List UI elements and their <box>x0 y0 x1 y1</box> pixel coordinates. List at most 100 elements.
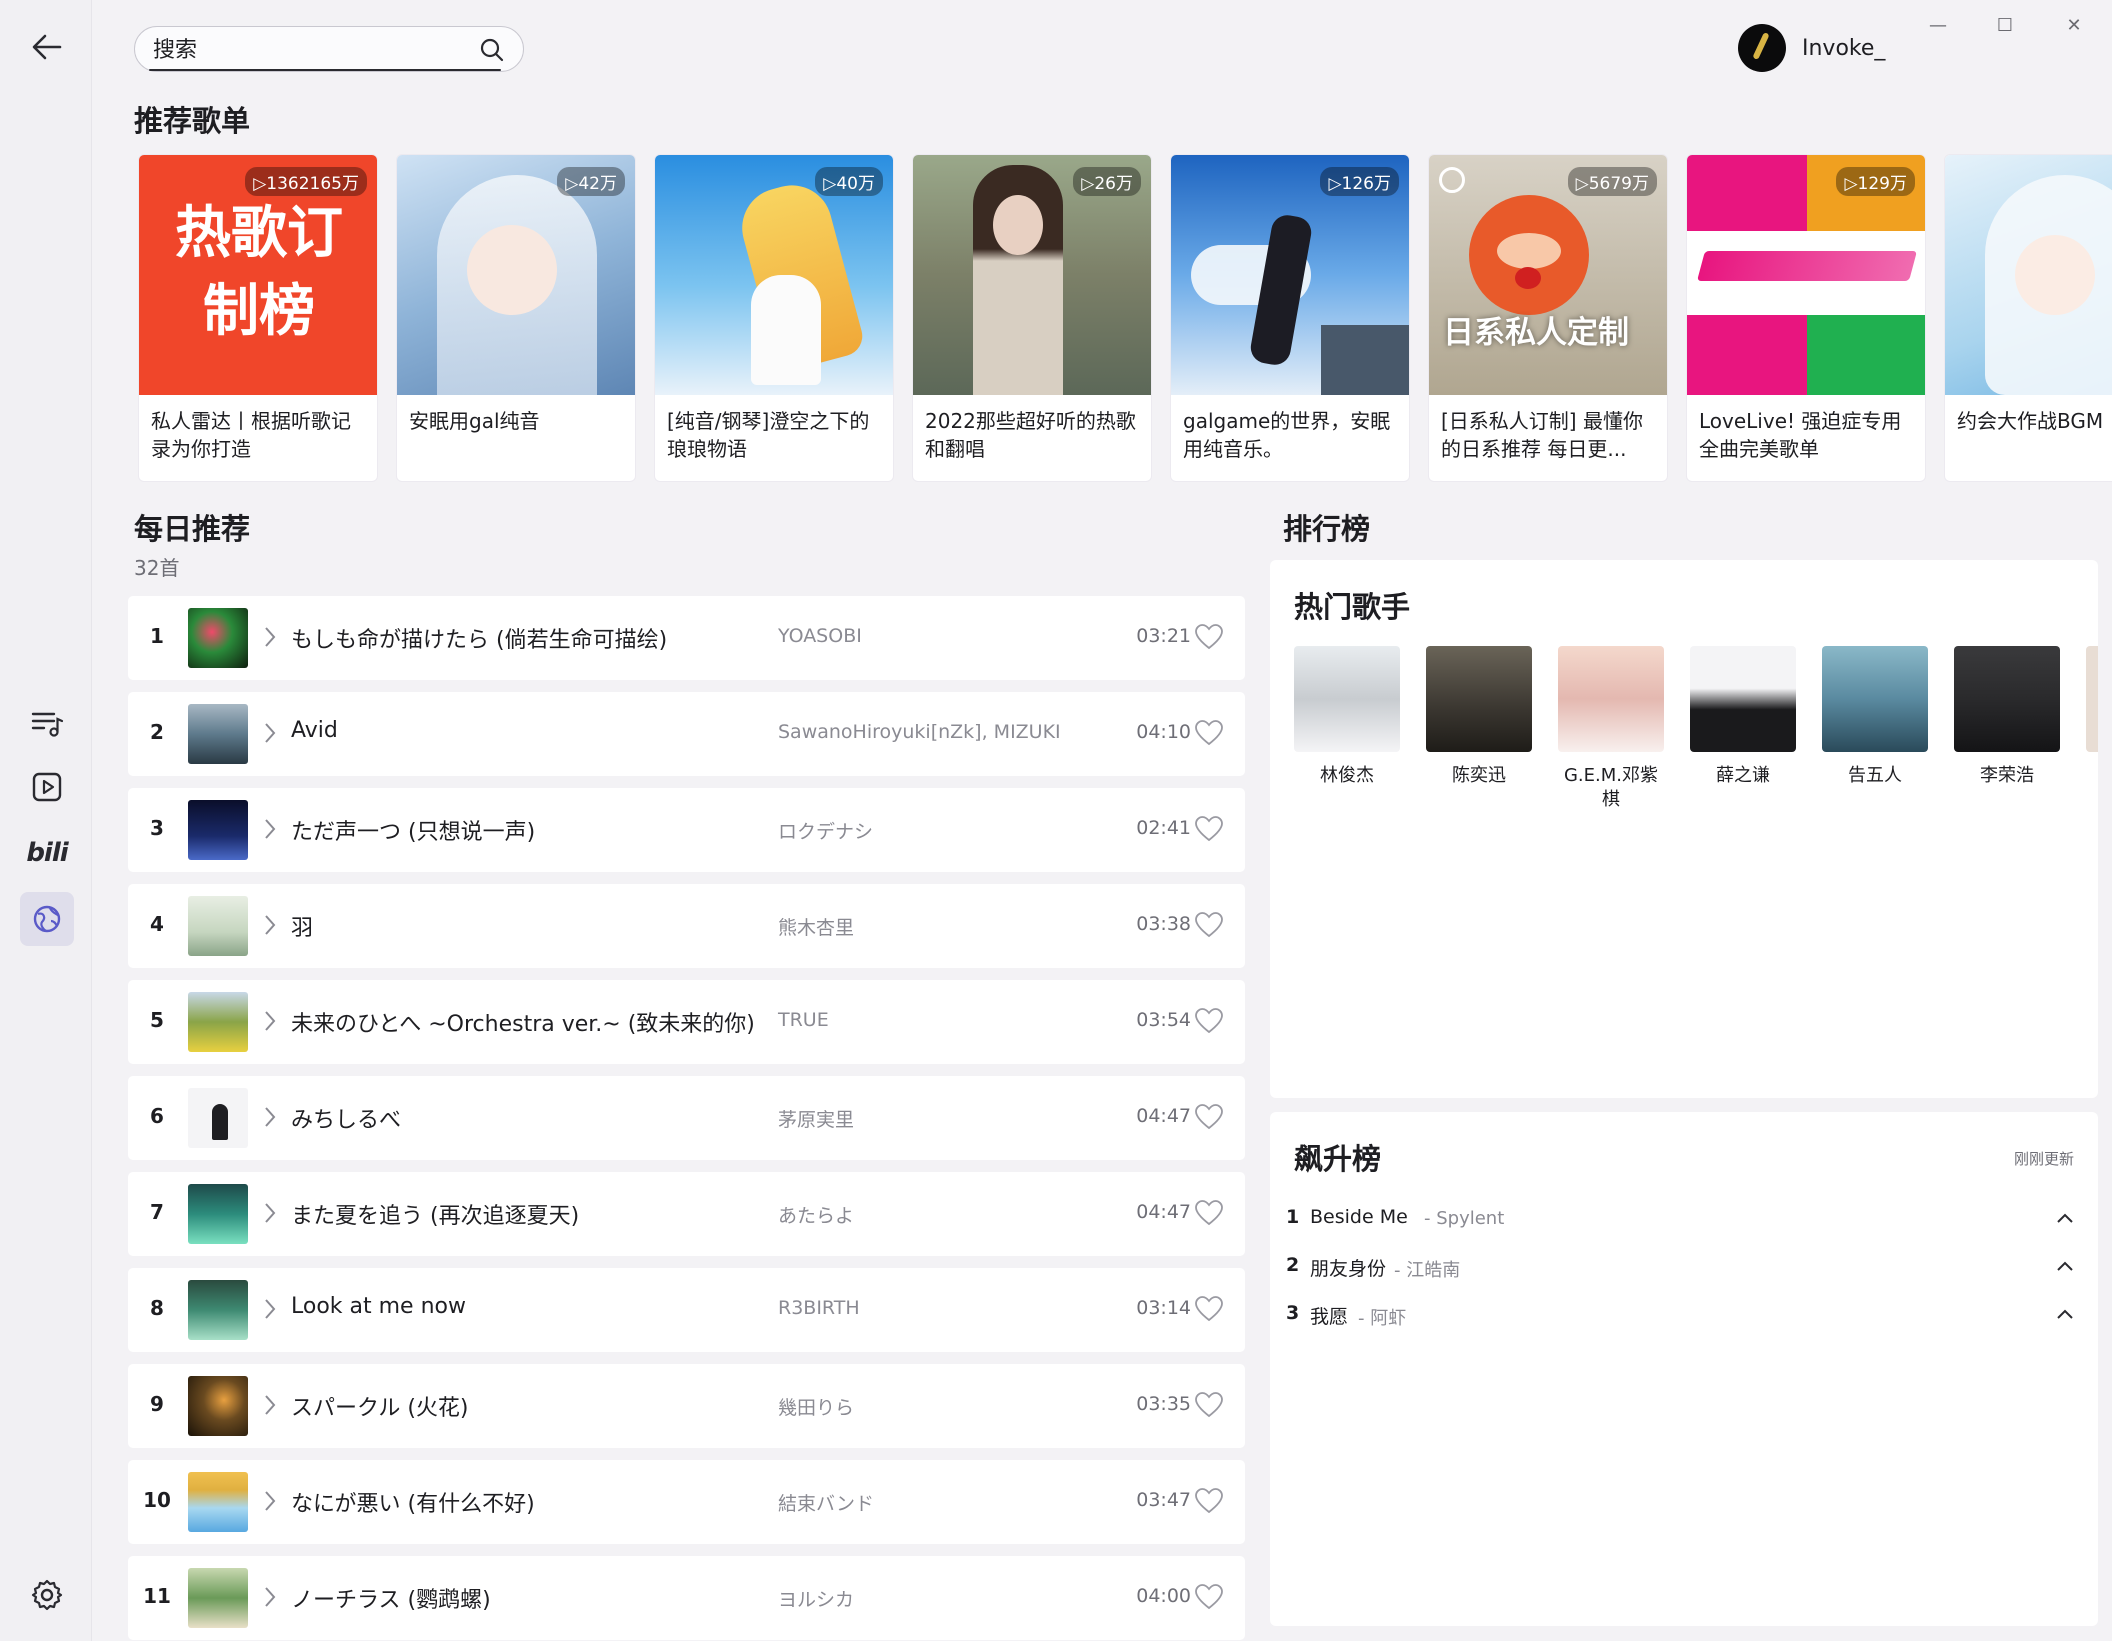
song-row[interactable]: 2 Avid SawanoHiroyuki[nZk], MIZUKI 04:10 <box>128 692 1245 776</box>
chevron-right-icon[interactable] <box>262 912 278 938</box>
song-artist[interactable]: ロクデナシ <box>778 817 873 844</box>
song-artist[interactable]: R3BIRTH <box>778 1297 860 1319</box>
song-title: ノーチラス (鹦鹉螺) <box>291 1588 491 1613</box>
maximize-button[interactable]: ☐ <box>1985 10 2025 40</box>
heart-icon[interactable] <box>1194 1102 1224 1132</box>
song-index: 7 <box>150 1200 164 1224</box>
song-artist[interactable]: あたらよ <box>778 1201 854 1228</box>
playlist-card[interactable]: 日系私人定制 ▷5679万 [日系私人订制] 最懂你的日系推荐 每日更... <box>1428 154 1668 482</box>
chevron-right-icon[interactable] <box>262 816 278 842</box>
playlist-card[interactable]: ▷42万 安眠用gal纯音 <box>396 154 636 482</box>
heart-icon[interactable] <box>1194 1006 1224 1036</box>
chevron-right-icon[interactable] <box>262 720 278 746</box>
chevron-right-icon[interactable] <box>262 1296 278 1322</box>
settings-button[interactable] <box>20 1568 74 1622</box>
singer-card[interactable]: 李荣浩 <box>1954 646 2060 788</box>
sidebar-item-bilibili[interactable]: bili <box>20 826 74 880</box>
chevron-right-icon[interactable] <box>262 624 278 650</box>
minimize-icon: — <box>1929 14 1947 36</box>
song-artist[interactable]: YOASOBI <box>778 625 862 647</box>
song-artist[interactable]: 結束バンド <box>778 1489 874 1516</box>
song-row[interactable]: 5 未来のひとへ ~Orchestra ver.~ (致未来的你) TRUE 0… <box>128 980 1245 1064</box>
heart-icon[interactable] <box>1194 1582 1224 1612</box>
heart-icon[interactable] <box>1194 718 1224 748</box>
heart-icon[interactable] <box>1194 910 1224 940</box>
heart-icon[interactable] <box>1194 1486 1224 1516</box>
song-title: なにが悪い (有什么不好) <box>291 1492 535 1517</box>
minimize-button[interactable]: — <box>1918 10 1958 40</box>
rank-title: Beside Me <box>1310 1206 1408 1228</box>
song-title: Look at me now <box>291 1294 466 1319</box>
song-artist[interactable]: ヨルシカ <box>778 1585 854 1612</box>
play-count: ▷129万 <box>1836 167 1915 196</box>
singer-photo <box>1690 646 1796 752</box>
playlist-card[interactable]: ▷129万 LoveLive! 强迫症专用全曲完美歌单 <box>1686 154 1926 482</box>
singer-card[interactable]: 告五人 <box>1822 646 1928 788</box>
singer-card[interactable]: G.E.M.邓紫棋 <box>1558 646 1664 812</box>
rank-artist[interactable]: - 阿虾 <box>1358 1304 1406 1330</box>
song-cover <box>188 1280 248 1340</box>
heart-icon[interactable] <box>1194 814 1224 844</box>
song-duration: 03:14 <box>1136 1297 1191 1319</box>
close-button[interactable]: ✕ <box>2054 10 2094 40</box>
singer-photo-partial <box>2086 646 2098 752</box>
chevron-right-icon[interactable] <box>262 1200 278 1226</box>
song-row[interactable]: 8 Look at me now R3BIRTH 03:14 <box>128 1268 1245 1352</box>
rank-artist[interactable]: - 江皓南 <box>1394 1256 1460 1282</box>
avatar[interactable] <box>1738 24 1786 72</box>
song-artist[interactable]: 茅原実里 <box>778 1105 854 1132</box>
rank-artist[interactable]: - Spylent <box>1424 1208 1504 1229</box>
song-title: みちしるべ <box>291 1108 402 1133</box>
song-row[interactable]: 11 ノーチラス (鹦鹉螺) ヨルシカ 04:00 <box>128 1556 1245 1640</box>
search-input[interactable] <box>153 35 453 65</box>
play-count: ▷26万 <box>1073 167 1141 196</box>
search-icon[interactable] <box>479 37 505 63</box>
sidebar-item-playlist[interactable] <box>20 696 74 750</box>
heart-icon[interactable] <box>1194 1390 1224 1420</box>
song-index: 11 <box>143 1584 171 1608</box>
song-row[interactable]: 6 みちしるべ 茅原実里 04:47 <box>128 1076 1245 1160</box>
chevron-right-icon[interactable] <box>262 1584 278 1610</box>
search-box[interactable] <box>134 26 524 72</box>
rank-item[interactable]: 2 朋友身份 - 江皓南 <box>1286 1248 2086 1288</box>
song-row[interactable]: 1 もしも命が描けたら (倘若生命可描绘) YOASOBI 03:21 <box>128 596 1245 680</box>
chevron-right-icon[interactable] <box>262 1392 278 1418</box>
singer-photo <box>1954 646 2060 752</box>
chevron-right-icon[interactable] <box>262 1104 278 1130</box>
singer-photo <box>1558 646 1664 752</box>
sidebar-item-discover[interactable] <box>20 892 74 946</box>
netease-logo-icon <box>1439 167 1465 193</box>
singer-card[interactable]: 林俊杰 <box>1294 646 1400 788</box>
playlist-card[interactable]: ▷26万 2022那些超好听的热歌和翻唱 <box>912 154 1152 482</box>
song-row[interactable]: 10 なにが悪い (有什么不好) 結束バンド 03:47 <box>128 1460 1245 1544</box>
user-profile[interactable]: Invoke_ <box>1738 24 1885 72</box>
singer-card[interactable]: 陈奕迅 <box>1426 646 1532 788</box>
playlist-card[interactable]: ▷126万 galgame的世界，安眠用纯音乐。 <box>1170 154 1410 482</box>
rank-item[interactable]: 3 我愿 - 阿虾 <box>1286 1296 2086 1336</box>
chevron-right-icon[interactable] <box>262 1008 278 1034</box>
heart-icon[interactable] <box>1194 1198 1224 1228</box>
playlist-card[interactable]: 热歌订制榜 ▷1362165万 私人雷达丨根据听歌记录为你打造 <box>138 154 378 482</box>
sidebar-item-video[interactable] <box>20 760 74 814</box>
singer-photo <box>1426 646 1532 752</box>
rank-item[interactable]: 1 Beside Me - Spylent <box>1286 1200 2086 1240</box>
song-index: 3 <box>150 816 164 840</box>
singer-card[interactable]: 薛之谦 <box>1690 646 1796 788</box>
song-cover <box>188 800 248 860</box>
chevron-right-icon[interactable] <box>262 1488 278 1514</box>
playlist-card[interactable]: 约会大作战BGM <box>1944 154 2112 482</box>
heart-icon[interactable] <box>1194 622 1224 652</box>
song-row[interactable]: 4 羽 熊木杏里 03:38 <box>128 884 1245 968</box>
singer-name: 告五人 <box>1848 765 1902 786</box>
heart-icon[interactable] <box>1194 1294 1224 1324</box>
song-artist[interactable]: 熊木杏里 <box>778 913 854 940</box>
song-row[interactable]: 3 ただ声一つ (只想说一声) ロクデナシ 02:41 <box>128 788 1245 872</box>
song-artist[interactable]: 幾田りら <box>778 1393 854 1420</box>
song-artist[interactable]: TRUE <box>778 1009 829 1031</box>
playlist-card[interactable]: ▷40万 [纯音/钢琴]澄空之下的琅琅物语 <box>654 154 894 482</box>
song-row[interactable]: 9 スパークル (火花) 幾田りら 03:35 <box>128 1364 1245 1448</box>
updated-label: 刚刚更新 <box>2014 1150 2075 1168</box>
song-row[interactable]: 7 また夏を追う (再次追逐夏天) あたらよ 04:47 <box>128 1172 1245 1256</box>
song-artist[interactable]: SawanoHiroyuki[nZk], MIZUKI <box>778 721 1061 743</box>
back-button[interactable] <box>20 20 74 74</box>
